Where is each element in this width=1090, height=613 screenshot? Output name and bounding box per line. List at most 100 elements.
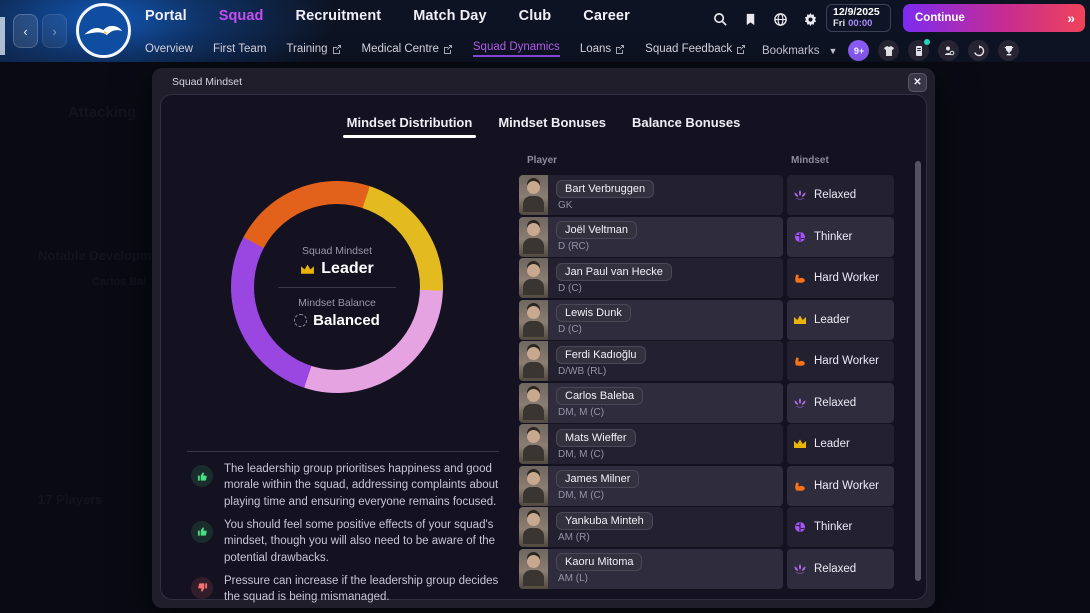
player-cell[interactable]: Joël Veltman D (RC) (519, 217, 783, 257)
close-button[interactable]: ✕ (908, 73, 927, 92)
bicep-icon (793, 479, 807, 493)
history-forward-button[interactable]: › (42, 14, 67, 48)
bookmarks-dropdown[interactable]: Bookmarks (762, 45, 820, 57)
table-row[interactable]: Kaoru Mitoma AM (L) Relaxed (519, 549, 899, 589)
chevron-down-icon[interactable]: ▼ (829, 46, 838, 56)
mindset-effects-list: The leadership group prioritises happine… (191, 461, 511, 606)
report-card-icon[interactable] (908, 40, 929, 61)
gear-icon[interactable] (802, 11, 819, 28)
trophy-icon[interactable] (998, 40, 1019, 61)
column-header-mindset: Mindset (791, 155, 829, 166)
subnav-first-team[interactable]: First Team (213, 43, 266, 55)
mindset-value: Hard Worker (814, 480, 879, 492)
table-row[interactable]: Mats Wieffer DM, M (C) Leader (519, 424, 899, 464)
player-name[interactable]: Kaoru Mitoma (556, 553, 642, 571)
table-row[interactable]: Joël Veltman D (RC) Thinker (519, 217, 899, 257)
sync-refresh-icon[interactable] (968, 40, 989, 61)
table-row[interactable]: Jan Paul van Hecke D (C) Hard Worker (519, 258, 899, 298)
effect-text: The leadership group prioritises happine… (224, 461, 508, 510)
left-edge-panel (0, 17, 5, 55)
player-name[interactable]: Bart Verbruggen (556, 180, 654, 198)
mindset-value: Relaxed (814, 189, 856, 201)
game-day-time: Fri00:00 (833, 19, 884, 29)
player-name[interactable]: Yankuba Minteh (556, 512, 653, 530)
table-row[interactable]: Yankuba Minteh AM (R) Thinker (519, 507, 899, 547)
nav-career[interactable]: Career (583, 8, 630, 24)
history-back-button[interactable]: ‹ (13, 14, 38, 48)
table-row[interactable]: James Milner DM, M (C) Hard Worker (519, 466, 899, 506)
player-position: D (RC) (556, 241, 637, 252)
mindset-effect-item: Pressure can increase if the leadership … (191, 573, 511, 606)
external-link-icon (615, 44, 625, 54)
subnav-training[interactable]: Training (286, 43, 341, 55)
player-name[interactable]: Ferdi Kadıoğlu (556, 346, 646, 364)
subnav-squad-feedback[interactable]: Squad Feedback (645, 43, 746, 55)
player-cell[interactable]: Mats Wieffer DM, M (C) (519, 424, 783, 464)
mindset-cell: Leader (787, 424, 894, 464)
crown-icon (793, 313, 807, 327)
notifications-badge[interactable]: 9+ (848, 40, 869, 61)
player-position: D/WB (RL) (556, 366, 646, 377)
crown-icon (300, 263, 315, 276)
player-cell[interactable]: James Milner DM, M (C) (519, 466, 783, 506)
nav-match-day[interactable]: Match Day (413, 8, 486, 24)
player-cell[interactable]: Yankuba Minteh AM (R) (519, 507, 783, 547)
table-scrollbar[interactable] (915, 161, 921, 581)
subnav-medical-centre[interactable]: Medical Centre (362, 43, 453, 55)
game-date-box[interactable]: 12/9/2025 Fri00:00 (826, 4, 891, 32)
player-name[interactable]: James Milner (556, 470, 639, 488)
table-row[interactable]: Lewis Dunk D (C) Leader (519, 300, 899, 340)
nav-recruitment[interactable]: Recruitment (296, 8, 382, 24)
player-cell[interactable]: Kaoru Mitoma AM (L) (519, 549, 783, 589)
player-photo (519, 300, 548, 340)
squad-mindset-dialog: Squad Mindset ✕ Mindset Distribution Min… (152, 68, 935, 608)
continue-button[interactable]: Continue » (903, 4, 1085, 32)
globe-icon[interactable] (772, 11, 789, 28)
nav-portal[interactable]: Portal (145, 8, 187, 24)
tab-balance-bonuses[interactable]: Balance Bonuses (632, 115, 740, 138)
double-chevron-icon: » (1067, 10, 1073, 26)
top-navigation-bar: ‹ › Portal Squad Recruitment Match Day C… (0, 0, 1090, 62)
mindset-cell: Leader (787, 300, 894, 340)
player-name[interactable]: Mats Wieffer (556, 429, 636, 447)
sub-nav: Overview First Team Training Medical Cen… (145, 41, 746, 57)
mindset-value: Relaxed (814, 563, 856, 575)
external-link-icon (443, 44, 453, 54)
player-name[interactable]: Carlos Baleba (556, 387, 643, 405)
external-link-icon (736, 44, 746, 54)
player-photo (519, 507, 548, 547)
subnav-squad-dynamics[interactable]: Squad Dynamics (473, 41, 560, 57)
mindset-cell: Hard Worker (787, 466, 894, 506)
nav-club[interactable]: Club (519, 8, 552, 24)
donut-center: Squad Mindset Leader Mindset Balance Bal… (254, 204, 420, 370)
mindset-cell: Relaxed (787, 175, 894, 215)
player-photo (519, 217, 548, 257)
table-row[interactable]: Ferdi Kadıoğlu D/WB (RL) Hard Worker (519, 341, 899, 381)
dialog-title: Squad Mindset (172, 76, 242, 88)
player-cell[interactable]: Bart Verbruggen GK (519, 175, 783, 215)
effect-text: You should feel some positive effects of… (224, 517, 508, 566)
table-row[interactable]: Bart Verbruggen GK Relaxed (519, 175, 899, 215)
bookmark-icon[interactable] (742, 11, 759, 28)
player-name[interactable]: Joël Veltman (556, 221, 637, 239)
nav-squad[interactable]: Squad (219, 8, 264, 24)
player-name[interactable]: Jan Paul van Hecke (556, 263, 672, 281)
tab-mindset-distribution[interactable]: Mindset Distribution (347, 115, 473, 138)
mindset-cell: Thinker (787, 217, 894, 257)
table-row[interactable]: Carlos Baleba DM, M (C) Relaxed (519, 383, 899, 423)
player-cell[interactable]: Jan Paul van Hecke D (C) (519, 258, 783, 298)
mindset-cell: Relaxed (787, 383, 894, 423)
player-name[interactable]: Lewis Dunk (556, 304, 631, 322)
search-icon[interactable] (712, 11, 729, 28)
player-cell[interactable]: Carlos Baleba DM, M (C) (519, 383, 783, 423)
club-crest-icon[interactable] (76, 3, 131, 58)
subnav-overview[interactable]: Overview (145, 43, 193, 55)
scouting-person-icon[interactable] (938, 40, 959, 61)
tab-mindset-bonuses[interactable]: Mindset Bonuses (498, 115, 606, 138)
subnav-loans[interactable]: Loans (580, 43, 625, 55)
crown-icon (793, 437, 807, 451)
mindset-cell: Relaxed (787, 549, 894, 589)
player-cell[interactable]: Lewis Dunk D (C) (519, 300, 783, 340)
kit-shirt-icon[interactable] (878, 40, 899, 61)
player-cell[interactable]: Ferdi Kadıoğlu D/WB (RL) (519, 341, 783, 381)
